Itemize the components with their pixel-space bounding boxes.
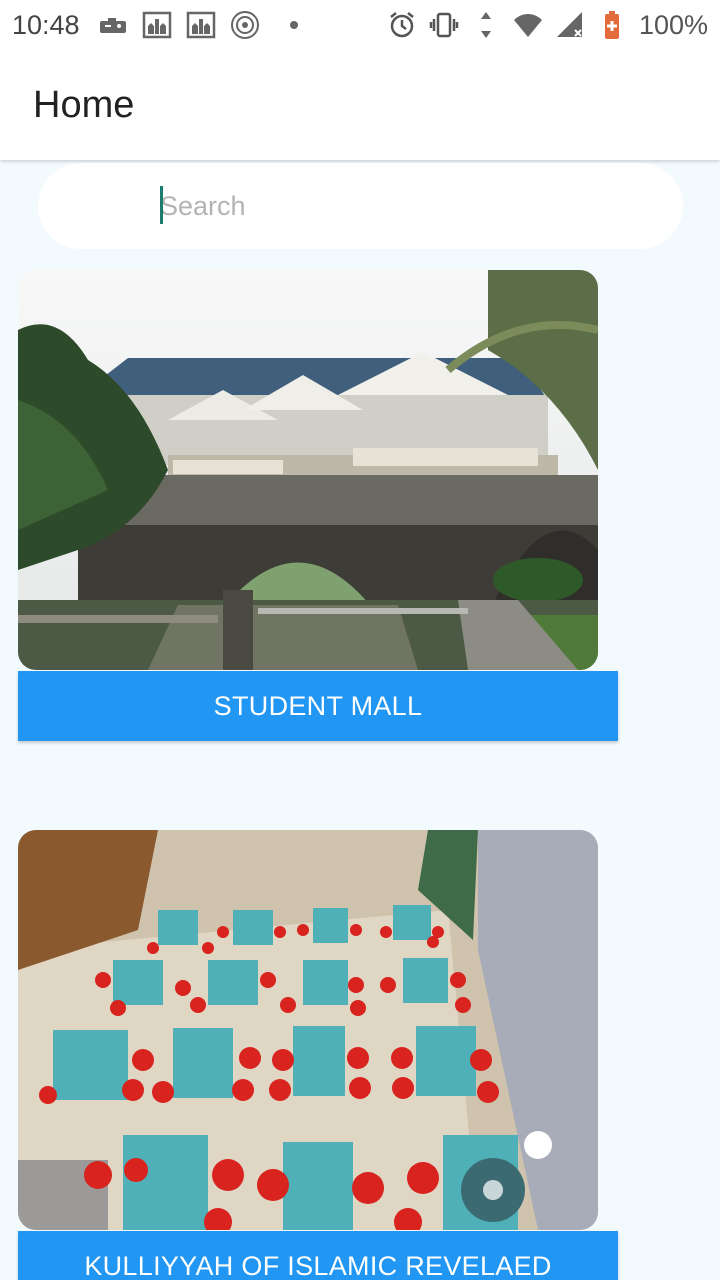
data-arrows-icon — [471, 10, 501, 40]
battery-percent: 100% — [638, 9, 708, 40]
text-caret — [160, 186, 163, 224]
search-input[interactable] — [160, 185, 640, 227]
vibrate-icon — [429, 10, 459, 40]
app-bar: Home — [0, 50, 720, 160]
place-button-kulliyyah[interactable]: KULLIYYAH OF ISLAMIC REVELAED — [18, 1231, 618, 1280]
seal-icon — [230, 10, 260, 40]
wifi-icon — [513, 10, 543, 40]
place-button-student-mall[interactable]: STUDENT MALL — [18, 671, 618, 741]
search-bar[interactable] — [38, 163, 683, 249]
alarm-icon — [387, 10, 417, 40]
battery-icon — [597, 10, 627, 40]
student-mall-photo[interactable] — [18, 270, 598, 670]
notification-dot — [289, 21, 298, 29]
cafeteria-photo[interactable] — [18, 830, 598, 1230]
mosque-image-icon — [186, 10, 216, 40]
game-controller-icon — [98, 10, 128, 40]
status-bar: 10:48 100% — [0, 0, 720, 50]
clock: 10:48 — [12, 9, 80, 40]
mosque-image-icon — [142, 10, 172, 40]
page-title: Home — [33, 83, 135, 126]
signal-icon — [555, 10, 585, 40]
